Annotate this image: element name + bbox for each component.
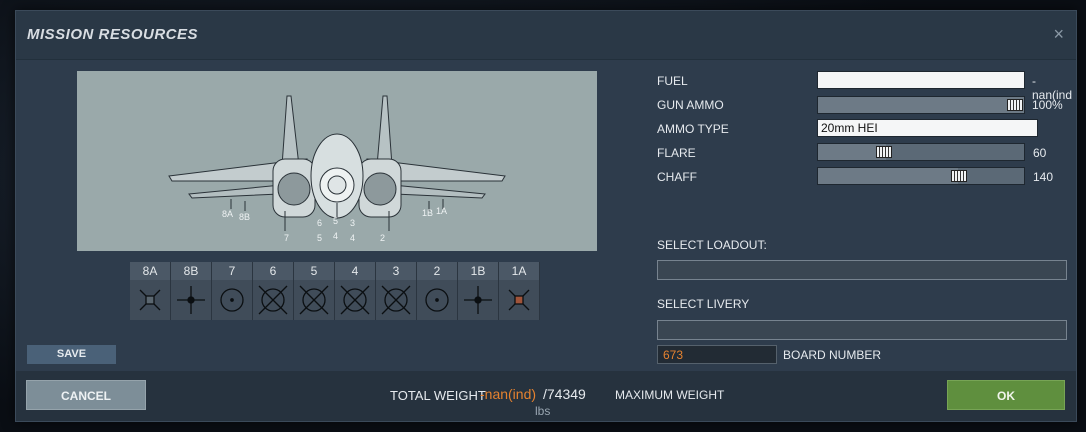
preview-label-8a: 8A <box>222 209 233 219</box>
station-8b[interactable]: 8B <box>171 262 212 320</box>
flare-slider-handle[interactable] <box>876 146 892 158</box>
chaff-slider[interactable] <box>817 167 1025 185</box>
select-loadout-label: SELECT LOADOUT: <box>657 238 767 252</box>
station-label: 4 <box>335 262 375 280</box>
preview-label-4a: 4 <box>333 231 338 241</box>
ammo-type-value: 20mm HEI <box>821 121 878 135</box>
dialog-title: MISSION RESOURCES <box>27 26 199 43</box>
station-label: 7 <box>212 262 252 280</box>
station-label: 5 <box>294 262 334 280</box>
station-3[interactable]: 3 <box>376 262 417 320</box>
station-8a[interactable]: 8A <box>130 262 171 320</box>
station-label: 6 <box>253 262 293 280</box>
max-weight-value: /74349 <box>543 386 586 402</box>
total-weight-value: -nan(ind) <box>480 386 537 402</box>
rail-pylon-icon <box>458 280 498 320</box>
bomb-rack-icon <box>335 280 375 320</box>
chaff-slider-fill <box>818 168 959 184</box>
fuel-label: FUEL <box>657 74 688 88</box>
preview-label-8b: 8B <box>239 212 250 222</box>
station-grid: 8A 8B 7 6 5 4 3 2 1B 1A <box>130 262 540 320</box>
station-label: 1A <box>499 262 539 280</box>
station-7[interactable]: 7 <box>212 262 253 320</box>
livery-select[interactable] <box>657 320 1067 340</box>
loadout-select[interactable] <box>657 260 1067 280</box>
gun-ammo-slider-fill <box>818 97 1024 113</box>
preview-label-5a: 5 <box>333 216 338 226</box>
chaff-slider-handle[interactable] <box>951 170 967 182</box>
preview-label-3: 3 <box>350 218 355 228</box>
station-label: 1B <box>458 262 498 280</box>
total-weight-label: TOTAL WEIGHT <box>390 388 486 403</box>
preview-label-2: 2 <box>380 233 385 243</box>
chaff-value: 140 <box>1033 170 1054 184</box>
ammo-type-field[interactable]: 20mm HEI <box>817 119 1038 137</box>
fuel-tank-cross-icon <box>499 280 539 320</box>
preview-label-1a: 1A <box>436 206 447 216</box>
empty-circle-icon <box>212 280 252 320</box>
cancel-button[interactable]: CANCEL <box>26 380 146 410</box>
station-1b[interactable]: 1B <box>458 262 499 320</box>
flare-slider[interactable] <box>817 143 1025 161</box>
max-weight-number: 74349 <box>546 386 586 402</box>
station-2[interactable]: 2 <box>417 262 458 320</box>
max-weight-label: MAXIMUM WEIGHT <box>615 388 725 402</box>
flare-label: FLARE <box>657 146 696 160</box>
preview-label-4b: 4 <box>350 233 355 243</box>
ammo-type-label: AMMO TYPE <box>657 122 729 136</box>
aircraft-front-view: 8A 8B 7 6 5 5 4 4 3 2 1B 1A <box>168 95 506 243</box>
footer-bar: CANCEL TOTAL WEIGHT -nan(ind) /74349 lbs… <box>16 371 1076 421</box>
ok-button[interactable]: OK <box>947 380 1065 410</box>
preview-label-1b: 1B <box>422 208 433 218</box>
preview-label-5b: 5 <box>317 233 322 243</box>
aircraft-preview: 8A 8B 7 6 5 5 4 4 3 2 1B 1A <box>77 71 597 251</box>
preview-label-7: 7 <box>284 233 289 243</box>
gun-ammo-label: GUN AMMO <box>657 98 724 112</box>
gun-ammo-slider[interactable] <box>817 96 1025 114</box>
bomb-rack-icon <box>253 280 293 320</box>
mission-resources-dialog: MISSION RESOURCES × 8A 8B 7 6 5 5 4 4 3 … <box>15 10 1077 422</box>
empty-circle-icon <box>417 280 457 320</box>
station-4[interactable]: 4 <box>335 262 376 320</box>
station-label: 3 <box>376 262 416 280</box>
save-button[interactable]: SAVE <box>27 345 116 364</box>
station-1a[interactable]: 1A <box>499 262 540 320</box>
station-label: 2 <box>417 262 457 280</box>
station-6[interactable]: 6 <box>253 262 294 320</box>
preview-label-6: 6 <box>317 218 322 228</box>
station-label: 8B <box>171 262 211 280</box>
board-number-label: BOARD NUMBER <box>783 348 882 362</box>
fuel-tank-cross-icon <box>130 280 170 320</box>
chaff-label: CHAFF <box>657 170 697 184</box>
weight-unit: lbs <box>535 404 551 418</box>
board-number-value: 673 <box>663 348 684 362</box>
fuel-field[interactable] <box>817 71 1025 89</box>
bomb-rack-icon <box>294 280 334 320</box>
station-5[interactable]: 5 <box>294 262 335 320</box>
rail-pylon-icon <box>171 280 211 320</box>
flare-value: 60 <box>1033 146 1047 160</box>
select-livery-label: SELECT LIVERY <box>657 297 750 311</box>
title-bar: MISSION RESOURCES × <box>16 11 1076 60</box>
board-number-field[interactable]: 673 <box>657 345 777 364</box>
close-icon[interactable]: × <box>1053 25 1064 43</box>
gun-ammo-slider-handle[interactable] <box>1007 99 1023 111</box>
gun-ammo-value: 100% <box>1032 98 1063 112</box>
station-label: 8A <box>130 262 170 280</box>
bomb-rack-icon <box>376 280 416 320</box>
